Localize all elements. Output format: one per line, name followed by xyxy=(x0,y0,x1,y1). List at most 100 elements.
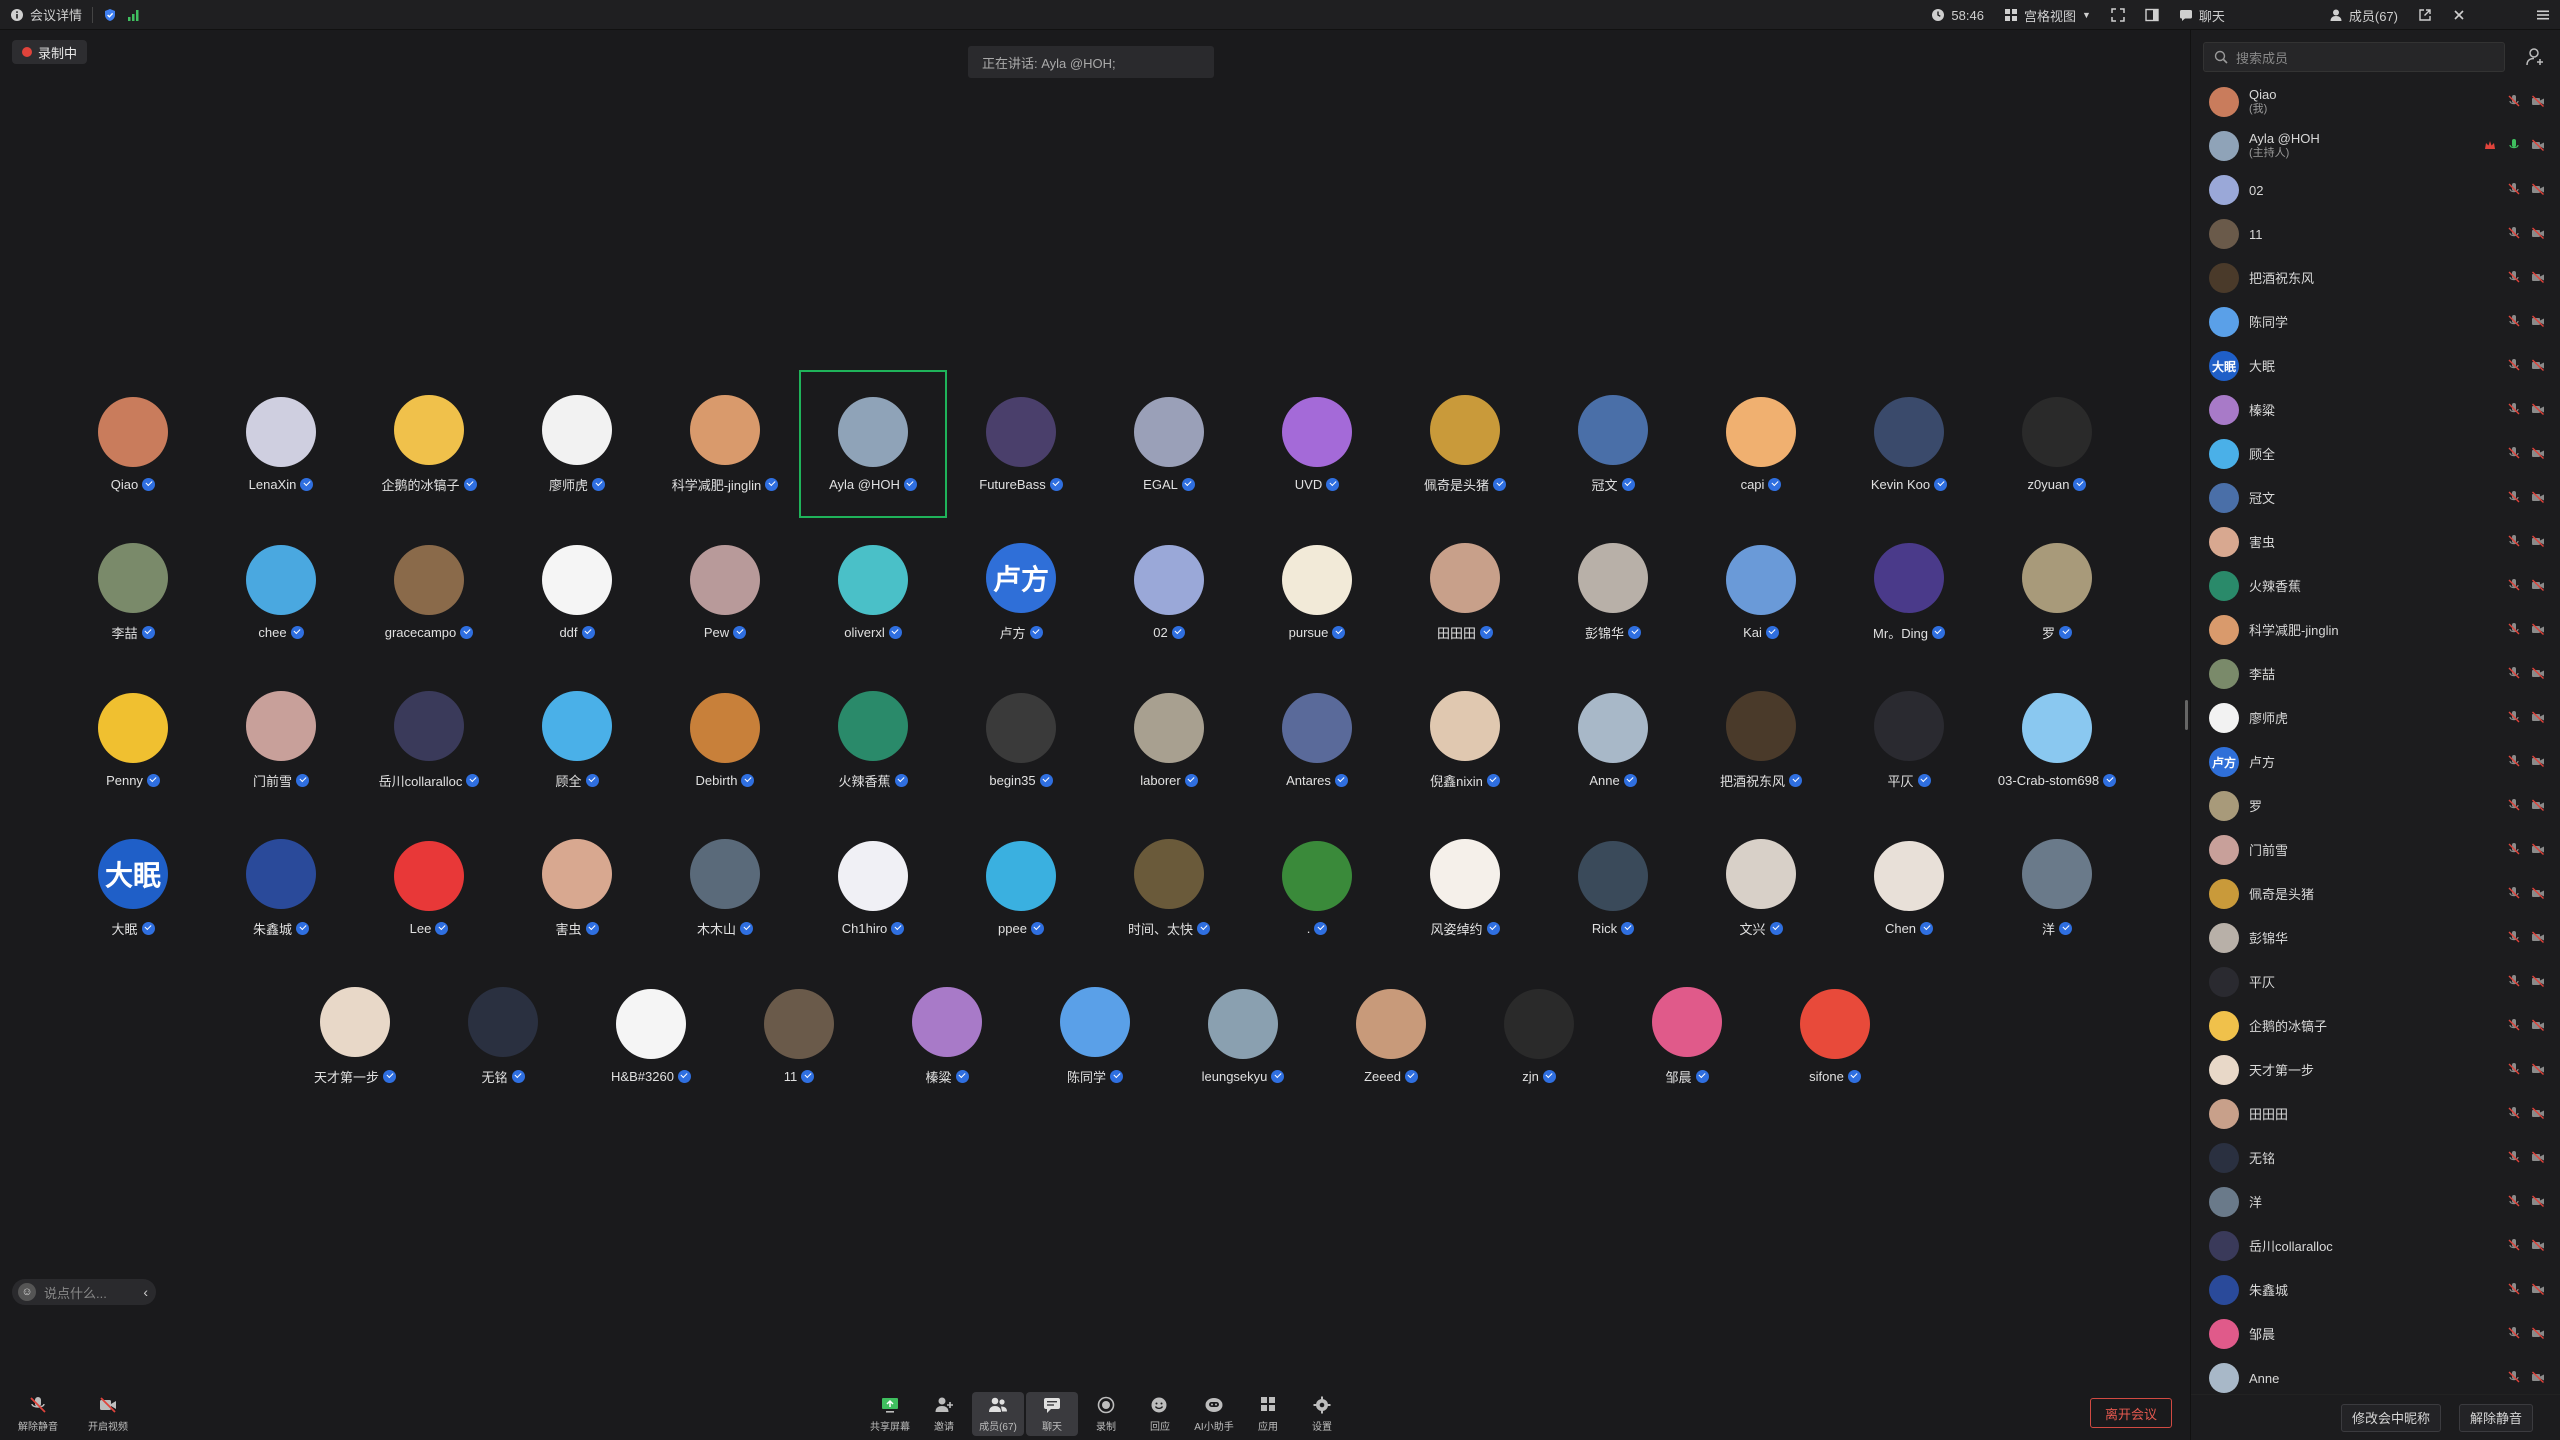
camera-off-icon[interactable] xyxy=(2531,1150,2545,1164)
participant-tile[interactable]: H&B#3260 xyxy=(577,962,725,1110)
member-row[interactable]: 门前雪 xyxy=(2191,828,2560,872)
mic-active-icon[interactable] xyxy=(2507,138,2521,152)
participant-tile[interactable]: Chen xyxy=(1835,814,1983,962)
participant-tile[interactable]: 科学减肥-jinglin xyxy=(651,370,799,518)
participant-tile[interactable]: zjn xyxy=(1465,962,1613,1110)
shield-icon[interactable] xyxy=(103,8,117,22)
view-mode-dropdown[interactable]: 宫格视图 ▼ xyxy=(1994,6,2101,25)
participant-tile[interactable]: 卢方 卢方 xyxy=(947,518,1095,666)
mic-muted-icon[interactable] xyxy=(2507,182,2521,196)
participant-tile[interactable]: Lee xyxy=(355,814,503,962)
camera-off-icon[interactable] xyxy=(2531,622,2545,636)
member-row[interactable]: 11 xyxy=(2191,212,2560,256)
mic-muted-icon[interactable] xyxy=(2507,798,2521,812)
participant-tile[interactable]: Mr。Ding xyxy=(1835,518,1983,666)
mic-muted-icon[interactable] xyxy=(2507,1062,2521,1076)
participant-tile[interactable]: Pew xyxy=(651,518,799,666)
camera-off-icon[interactable] xyxy=(2531,1106,2545,1120)
camera-off-icon[interactable] xyxy=(2531,358,2545,372)
participant-tile[interactable]: laborer xyxy=(1095,666,1243,814)
camera-off-icon[interactable] xyxy=(2531,534,2545,548)
mic-muted-icon[interactable] xyxy=(2507,1194,2521,1208)
camera-off-icon[interactable] xyxy=(2531,226,2545,240)
mic-muted-icon[interactable] xyxy=(2507,754,2521,768)
mic-muted-icon[interactable] xyxy=(2507,578,2521,592)
participant-tile[interactable]: Qiao xyxy=(59,370,207,518)
member-row[interactable]: 榛粱 xyxy=(2191,388,2560,432)
mic-muted-icon[interactable] xyxy=(2507,1326,2521,1340)
camera-off-icon[interactable] xyxy=(2531,402,2545,416)
unmute-button[interactable]: 解除静音 xyxy=(12,1392,64,1436)
mic-muted-icon[interactable] xyxy=(2507,358,2521,372)
member-row[interactable]: 无铭 xyxy=(2191,1136,2560,1180)
camera-off-icon[interactable] xyxy=(2531,138,2545,152)
participant-tile[interactable]: Rick xyxy=(1539,814,1687,962)
participant-tile[interactable]: Penny xyxy=(59,666,207,814)
camera-off-icon[interactable] xyxy=(2531,754,2545,768)
mic-muted-icon[interactable] xyxy=(2507,1150,2521,1164)
camera-off-icon[interactable] xyxy=(2531,1238,2545,1252)
participant-tile[interactable]: . xyxy=(1243,814,1391,962)
panel-scrollbar[interactable] xyxy=(2185,700,2188,730)
participant-tile[interactable]: 平仄 xyxy=(1835,666,1983,814)
participant-tile[interactable]: oliverxl xyxy=(799,518,947,666)
popout-button[interactable] xyxy=(2408,8,2442,22)
participant-tile[interactable]: chee xyxy=(207,518,355,666)
chat-button[interactable]: 聊天 xyxy=(1026,1392,1078,1436)
mic-muted-icon[interactable] xyxy=(2507,402,2521,416)
mic-muted-icon[interactable] xyxy=(2507,534,2521,548)
camera-off-icon[interactable] xyxy=(2531,1282,2545,1296)
participant-tile[interactable]: 02 xyxy=(1095,518,1243,666)
camera-off-icon[interactable] xyxy=(2531,1062,2545,1076)
invite-button[interactable]: 邀请 xyxy=(918,1392,970,1436)
participant-tile[interactable]: FutureBass xyxy=(947,370,1095,518)
participant-tile[interactable]: UVD xyxy=(1243,370,1391,518)
mic-muted-icon[interactable] xyxy=(2507,1018,2521,1032)
participant-tile[interactable]: 罗 xyxy=(1983,518,2131,666)
member-row[interactable]: 田田田 xyxy=(2191,1092,2560,1136)
camera-off-icon[interactable] xyxy=(2531,842,2545,856)
participant-tile[interactable]: 李喆 xyxy=(59,518,207,666)
member-row[interactable]: 冠文 xyxy=(2191,476,2560,520)
member-search-input[interactable]: 搜索成员 xyxy=(2203,42,2505,72)
participant-tile[interactable]: LenaXin xyxy=(207,370,355,518)
camera-off-icon[interactable] xyxy=(2531,182,2545,196)
camera-off-icon[interactable] xyxy=(2531,490,2545,504)
participant-tile[interactable]: gracecampo xyxy=(355,518,503,666)
participant-tile[interactable]: 廖师虎 xyxy=(503,370,651,518)
mic-muted-icon[interactable] xyxy=(2507,314,2521,328)
camera-off-icon[interactable] xyxy=(2531,446,2545,460)
participant-tile[interactable]: 大眠 大眠 xyxy=(59,814,207,962)
tab-chat[interactable]: 聊天 xyxy=(2169,6,2319,25)
signal-icon[interactable] xyxy=(127,8,141,22)
mic-muted-icon[interactable] xyxy=(2507,1238,2521,1252)
mic-muted-icon[interactable] xyxy=(2507,226,2521,240)
member-row[interactable]: 佩奇是头猪 xyxy=(2191,872,2560,916)
participant-tile[interactable]: 害虫 xyxy=(503,814,651,962)
participant-tile[interactable]: ddf xyxy=(503,518,651,666)
member-row[interactable]: 廖师虎 xyxy=(2191,696,2560,740)
member-row[interactable]: 卢方 卢方 xyxy=(2191,740,2560,784)
participant-tile[interactable]: 佩奇是头猪 xyxy=(1391,370,1539,518)
menu-button[interactable] xyxy=(2526,8,2560,22)
member-row[interactable]: 害虫 xyxy=(2191,520,2560,564)
participant-tile[interactable]: capi xyxy=(1687,370,1835,518)
mic-muted-icon[interactable] xyxy=(2507,622,2521,636)
participant-tile[interactable]: 天才第一步 xyxy=(281,962,429,1110)
participant-tile[interactable]: 火辣香蕉 xyxy=(799,666,947,814)
member-row[interactable]: 大眠 大眠 xyxy=(2191,344,2560,388)
member-row[interactable]: 火辣香蕉 xyxy=(2191,564,2560,608)
participant-tile[interactable]: ppee xyxy=(947,814,1095,962)
unmute-self-button[interactable]: 解除静音 xyxy=(2458,1403,2533,1432)
mic-muted-icon[interactable] xyxy=(2507,930,2521,944)
participant-tile[interactable]: 门前雪 xyxy=(207,666,355,814)
participant-tile[interactable]: 田田田 xyxy=(1391,518,1539,666)
leave-meeting-button[interactable]: 离开会议 xyxy=(2090,1398,2172,1428)
camera-off-icon[interactable] xyxy=(2531,1018,2545,1032)
member-row[interactable]: Qiao (我) xyxy=(2191,80,2560,124)
participant-tile[interactable]: 洋 xyxy=(1983,814,2131,962)
camera-off-icon[interactable] xyxy=(2531,314,2545,328)
camera-off-icon[interactable] xyxy=(2531,886,2545,900)
participant-tile[interactable]: 倪鑫nixin xyxy=(1391,666,1539,814)
camera-off-icon[interactable] xyxy=(2531,94,2545,108)
